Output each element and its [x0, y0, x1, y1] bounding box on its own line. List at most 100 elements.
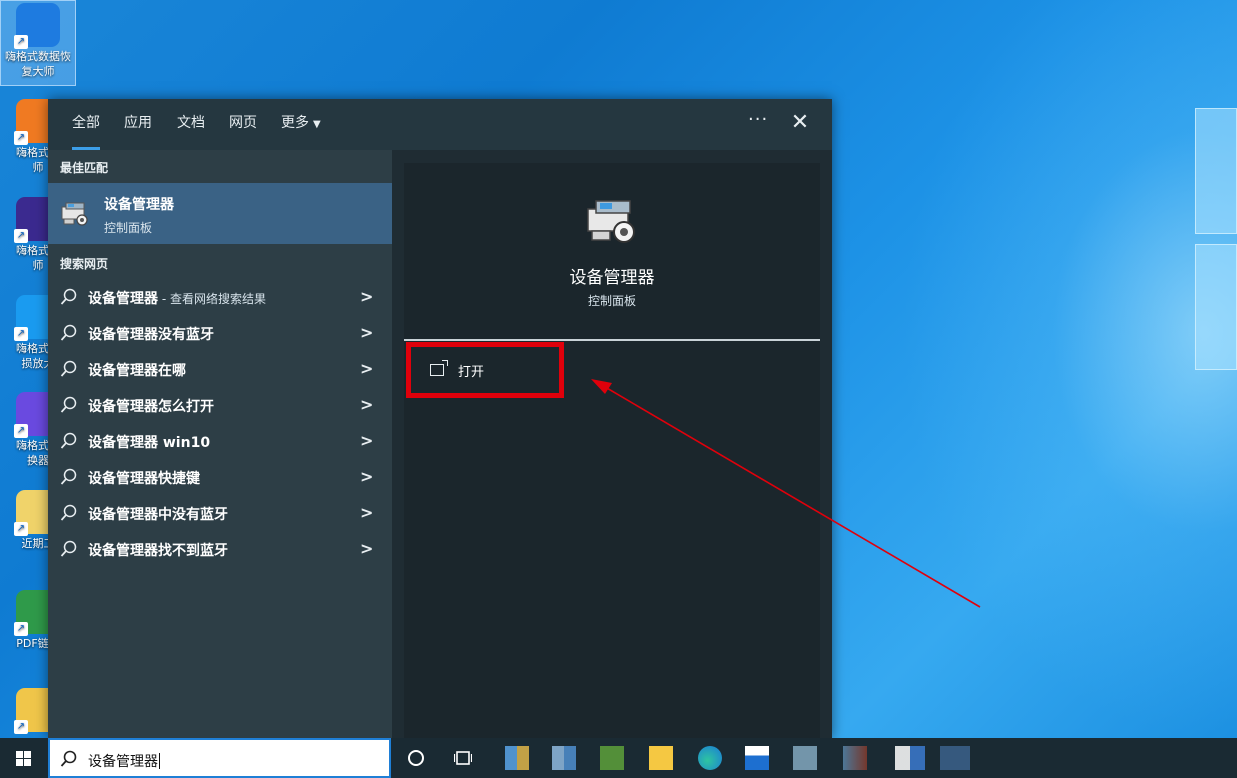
web-result-item[interactable]: 设备管理器找不到蓝牙 >: [48, 531, 392, 567]
wallpaper-glow: [900, 0, 1237, 738]
shortcut-arrow-icon: ↗: [14, 229, 28, 243]
web-result-text: 设备管理器找不到蓝牙: [88, 540, 228, 560]
taskbar-app-icon[interactable]: [940, 746, 970, 770]
taskbar-app-icon[interactable]: [895, 746, 925, 770]
web-result-item[interactable]: 设备管理器在哪 >: [48, 351, 392, 387]
web-result-query: 设备管理器没有蓝牙: [88, 327, 214, 343]
tab-apps[interactable]: 应用: [124, 99, 152, 150]
open-window-icon: [430, 360, 448, 376]
shortcut-arrow-icon: ↗: [14, 720, 28, 734]
search-icon: [60, 750, 77, 767]
chevron-right-icon[interactable]: >: [360, 395, 373, 414]
preview-pane: 设备管理器 控制面板 打开: [404, 163, 820, 739]
web-result-item[interactable]: 设备管理器中没有蓝牙 >: [48, 495, 392, 531]
windows-logo-icon-part: [24, 759, 31, 766]
best-match-title: 设备管理器: [104, 197, 174, 213]
web-result-query: 设备管理器: [88, 291, 158, 307]
wallpaper-window-logo-pane: [1195, 108, 1237, 234]
web-result-query: 设备管理器怎么打开: [88, 399, 214, 415]
web-result-query: 设备管理器中没有蓝牙: [88, 507, 228, 523]
preview-subtitle: 控制面板: [587, 294, 636, 308]
best-match-result[interactable]: 设备管理器 控制面板: [48, 183, 392, 244]
web-result-text: 设备管理器 - 查看网络搜索结果: [88, 288, 266, 308]
web-result-text: 设备管理器中没有蓝牙: [88, 504, 228, 524]
search-icon: [60, 324, 77, 341]
taskbar: 设备管理器: [0, 738, 1237, 778]
start-button[interactable]: [0, 738, 48, 778]
search-icon: [60, 504, 77, 521]
search-icon: [60, 396, 77, 413]
tab-more[interactable]: 更多 ▼: [281, 99, 321, 150]
shortcut-arrow-icon: ↗: [14, 622, 28, 636]
web-result-text: 设备管理器快捷键: [88, 468, 200, 488]
taskbar-app-icon[interactable]: [793, 746, 817, 770]
web-result-text: 设备管理器没有蓝牙: [88, 324, 214, 344]
taskbar-app-icon[interactable]: [552, 746, 576, 770]
desktop-icon[interactable]: ↗ 嗨格式数据恢 复大师: [0, 0, 76, 86]
web-result-item[interactable]: 设备管理器 win10 >: [48, 423, 392, 459]
windows-logo-icon-part: [24, 751, 31, 758]
tab-web[interactable]: 网页: [229, 99, 257, 150]
open-action-button[interactable]: 打开: [406, 342, 564, 398]
tab-documents[interactable]: 文档: [177, 99, 205, 150]
search-tab-bar: 全部 应用 文档 网页 更多 ▼ ··· ✕: [48, 99, 832, 150]
web-result-query: 设备管理器 win10: [88, 435, 211, 451]
web-result-item[interactable]: 设备管理器怎么打开 >: [48, 387, 392, 423]
shortcut-arrow-icon: ↗: [14, 131, 28, 145]
chevron-down-icon: ▼: [313, 119, 321, 130]
search-icon: [60, 432, 77, 449]
shortcut-arrow-icon: ↗: [14, 424, 28, 438]
taskbar-app-icon[interactable]: [843, 746, 867, 770]
web-result-item[interactable]: 设备管理器 - 查看网络搜索结果 >: [48, 279, 392, 315]
cortana-icon[interactable]: [408, 750, 424, 766]
close-button[interactable]: ✕: [790, 111, 810, 135]
chevron-right-icon[interactable]: >: [360, 503, 373, 522]
web-result-query: 设备管理器找不到蓝牙: [88, 543, 228, 559]
mail-icon[interactable]: [745, 746, 769, 770]
shortcut-arrow-icon: ↗: [14, 35, 28, 49]
taskbar-app-icon[interactable]: [600, 746, 624, 770]
tab-all[interactable]: 全部: [72, 99, 100, 150]
chevron-right-icon[interactable]: >: [360, 467, 373, 486]
web-result-item[interactable]: 设备管理器快捷键 >: [48, 459, 392, 495]
wallpaper-window-logo-pane: [1195, 244, 1237, 370]
chevron-right-icon[interactable]: >: [360, 359, 373, 378]
web-result-text: 设备管理器怎么打开: [88, 396, 214, 416]
search-icon: [60, 468, 77, 485]
search-icon: [60, 288, 77, 305]
file-explorer-icon[interactable]: [649, 746, 673, 770]
windows-logo-icon-part: [16, 759, 23, 766]
taskbar-app-icon[interactable]: [505, 746, 529, 770]
web-result-item[interactable]: 设备管理器没有蓝牙 >: [48, 315, 392, 351]
text-cursor: [159, 753, 160, 769]
shortcut-arrow-icon: ↗: [14, 522, 28, 536]
web-result-text: 设备管理器 win10: [88, 432, 210, 452]
chevron-right-icon[interactable]: >: [360, 287, 373, 306]
web-result-query: 设备管理器在哪: [88, 363, 186, 379]
task-view-icon[interactable]: [454, 750, 472, 766]
preview-title: 设备管理器: [569, 268, 655, 288]
best-match-subtitle: 控制面板: [104, 221, 153, 235]
preview-divider: [404, 339, 820, 341]
web-result-query: 设备管理器快捷键: [88, 471, 200, 487]
shortcut-arrow-icon: ↗: [14, 327, 28, 341]
device-manager-icon: [587, 200, 635, 243]
taskbar-search-input[interactable]: 设备管理器: [48, 738, 391, 778]
web-search-heading: 搜索网页: [60, 257, 109, 271]
web-result-suffix: - 查看网络搜索结果: [158, 292, 266, 306]
start-search-panel: 全部 应用 文档 网页 更多 ▼ ··· ✕ 最佳匹配 设备管理器 控制面板 搜索…: [48, 99, 832, 739]
app-icon: ↗: [14, 3, 60, 49]
results-column: 最佳匹配 设备管理器 控制面板 搜索网页 设备管理器 - 查看网络搜索结果 > 设备…: [48, 150, 392, 739]
desktop-icon-label: 嗨格式数据恢 复大师: [5, 50, 71, 78]
chevron-right-icon[interactable]: >: [360, 431, 373, 450]
search-icon: [60, 360, 77, 377]
open-action-label: 打开: [458, 365, 485, 380]
search-value: 设备管理器: [88, 753, 160, 770]
chevron-right-icon[interactable]: >: [360, 323, 373, 342]
chevron-right-icon[interactable]: >: [360, 539, 373, 558]
more-options-button[interactable]: ···: [748, 109, 768, 130]
best-match-heading: 最佳匹配: [60, 161, 109, 175]
windows-logo-icon: [16, 751, 23, 758]
web-result-text: 设备管理器在哪: [88, 360, 186, 380]
edge-icon[interactable]: [698, 746, 722, 770]
